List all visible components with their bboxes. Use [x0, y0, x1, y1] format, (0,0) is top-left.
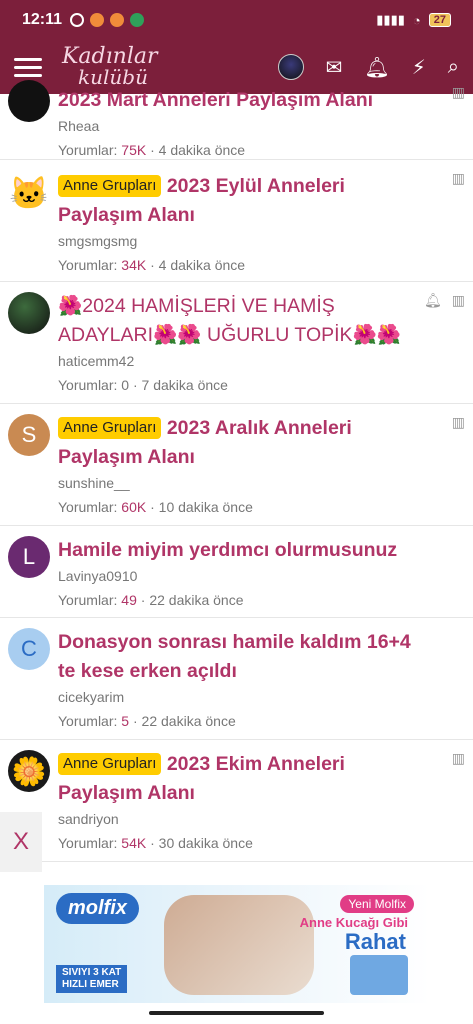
stats-icon[interactable]: ▥ — [452, 84, 465, 101]
category-badge[interactable]: Anne Grupları — [58, 175, 162, 197]
topic-author[interactable]: Rheaa — [58, 115, 433, 137]
avatar[interactable]: L — [8, 536, 50, 578]
topic-author[interactable]: cicekyarim — [58, 686, 433, 708]
topic-item[interactable]: 🐱 Anne Grupları 2023 Eylül Anneleri Payl… — [0, 160, 473, 282]
topic-list: 2023 Mart Anneleri Paylaşım Alanı Rheaa … — [0, 80, 473, 862]
topic-actions: 🔔︎ ▥ — [424, 292, 465, 309]
category-badge[interactable]: Anne Grupları — [58, 417, 162, 439]
wifi-icon: ◔ — [412, 12, 421, 28]
bell-icon[interactable]: 🔔︎ — [364, 55, 389, 80]
topic-meta: Yorumlar: 49 · 22 dakika önce — [58, 592, 244, 608]
search-icon[interactable]: ⌕ — [448, 56, 459, 79]
topic-title[interactable]: Anne Grupları 2023 Eylül Anneleri Paylaş… — [58, 172, 433, 230]
topic-item[interactable]: 2023 Mart Anneleri Paylaşım Alanı Rheaa … — [0, 80, 473, 160]
menu-icon[interactable] — [14, 57, 42, 77]
topic-meta: Yorumlar: 54K · 30 dakika önce — [58, 835, 253, 851]
stats-icon[interactable]: ▥ — [452, 292, 465, 309]
topic-author[interactable]: sandriyon — [58, 808, 433, 830]
mail-icon[interactable]: ✉ — [326, 55, 343, 80]
avatar[interactable]: S — [8, 414, 50, 456]
topic-title[interactable]: 🌺2024 HAMİŞLERİ VE HAMİŞ ADAYLARI🌺🌺 UĞUR… — [58, 292, 433, 350]
bell-icon[interactable]: 🔔︎ — [424, 292, 442, 309]
topic-title[interactable]: Anne Grupları 2023 Aralık Anneleri Payla… — [58, 414, 433, 472]
stats-icon[interactable]: ▥ — [452, 414, 465, 431]
avatar[interactable]: C — [8, 628, 50, 670]
app-notification-icon — [90, 13, 105, 27]
ad-close-button[interactable]: X — [0, 812, 42, 872]
topic-title[interactable]: 2023 Mart Anneleri Paylaşım Alanı — [58, 86, 433, 115]
site-logo[interactable]: Kadınlar kulübü — [62, 46, 158, 89]
avatar[interactable] — [8, 292, 50, 334]
topic-author[interactable]: smgsmgsmg — [58, 230, 433, 252]
lightning-icon[interactable]: ⚡︎ — [412, 55, 426, 80]
topic-meta: Yorumlar: 60K · 10 dakika önce — [58, 499, 253, 515]
app-notification-icon — [130, 13, 145, 27]
topic-meta: Yorumlar: 0 · 7 dakika önce — [58, 377, 228, 393]
header-actions: ✉ 🔔︎ ⚡︎ ⌕ — [277, 54, 459, 80]
topic-item[interactable]: L Hamile miyim yerdımcı olurmusunuz Lavi… — [0, 526, 473, 618]
topic-meta: Yorumlar: 75K · 4 dakika önce — [58, 142, 246, 158]
status-time: 12:11 — [22, 11, 63, 28]
topic-title[interactable]: Anne Grupları 2023 Ekim Anneleri Paylaşı… — [58, 750, 433, 808]
status-bar: 12:11 ▮▮▮▮ ◔ 27 — [0, 0, 473, 40]
ad-claim: SIVIYI 3 KAT HIZLI EMER — [56, 965, 128, 993]
avatar[interactable] — [8, 80, 50, 122]
topic-item[interactable]: 🌼 Anne Grupları 2023 Ekim Anneleri Payla… — [0, 740, 473, 862]
topic-author[interactable]: sunshine__ — [58, 472, 433, 494]
signal-icon: ▮▮▮▮ — [376, 12, 405, 27]
topic-author[interactable]: haticemm42 — [58, 350, 433, 372]
user-avatar[interactable] — [277, 54, 304, 80]
topic-item[interactable]: S Anne Grupları 2023 Aralık Anneleri Pay… — [0, 404, 473, 526]
category-badge[interactable]: Anne Grupları — [58, 753, 162, 775]
topic-meta: Yorumlar: 5 · 22 dakika önce — [58, 713, 236, 729]
stats-icon[interactable]: ▥ — [452, 750, 465, 767]
ad-tag: Yeni Molfix — [340, 895, 414, 913]
logo-line2: kulübü — [78, 65, 148, 89]
topic-title[interactable]: Donasyon sonrası hamile kaldım 16+4 te k… — [58, 628, 433, 686]
topic-author[interactable]: Lavinya0910 — [58, 565, 433, 587]
ad-product-pack — [350, 955, 408, 995]
avatar[interactable]: 🌼 — [8, 750, 50, 792]
topic-meta: Yorumlar: 34K · 4 dakika önce — [58, 257, 246, 273]
topic-item[interactable]: C Donasyon sonrası hamile kaldım 16+4 te… — [0, 618, 473, 740]
stats-icon[interactable]: ▥ — [452, 170, 465, 187]
notification-icons — [70, 13, 145, 27]
ad-image — [164, 895, 314, 995]
alarm-icon — [70, 13, 85, 27]
topic-item[interactable]: 🌺2024 HAMİŞLERİ VE HAMİŞ ADAYLARI🌺🌺 UĞUR… — [0, 282, 473, 404]
ad-brand-logo: molfix — [56, 893, 139, 924]
avatar[interactable]: 🐱 — [8, 172, 50, 214]
gesture-bar[interactable] — [149, 1011, 324, 1015]
ad-slogan: Anne Kucağı Gibi — [299, 915, 408, 930]
app-notification-icon — [110, 13, 125, 27]
ad-slogan-main: Rahat — [344, 929, 406, 954]
topic-title[interactable]: Hamile miyim yerdımcı olurmusunuz — [58, 536, 433, 565]
ad-banner[interactable]: molfix Yeni Molfix Anne Kucağı Gibi Raha… — [44, 885, 430, 1003]
status-right: ▮▮▮▮ ◔ 27 — [376, 12, 451, 28]
battery-icon: 27 — [428, 13, 451, 27]
